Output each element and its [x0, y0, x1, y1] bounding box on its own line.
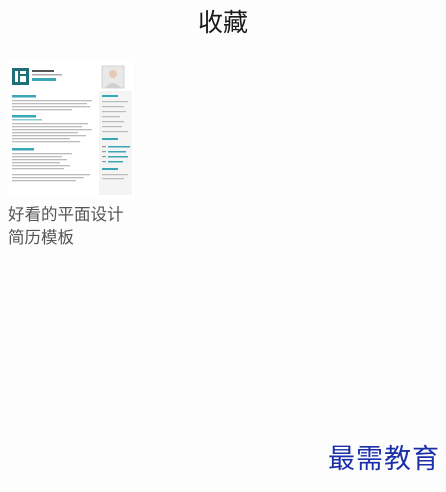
- favorite-item-title[interactable]: 好看的平面设计简历模板: [8, 203, 136, 249]
- resume-template-thumbnail[interactable]: [8, 62, 134, 198]
- page-title: 收藏: [197, 8, 248, 37]
- watermark-logo: 最需教育: [328, 444, 440, 475]
- favorite-item[interactable]: 好看的平面设计简历模板: [8, 62, 136, 249]
